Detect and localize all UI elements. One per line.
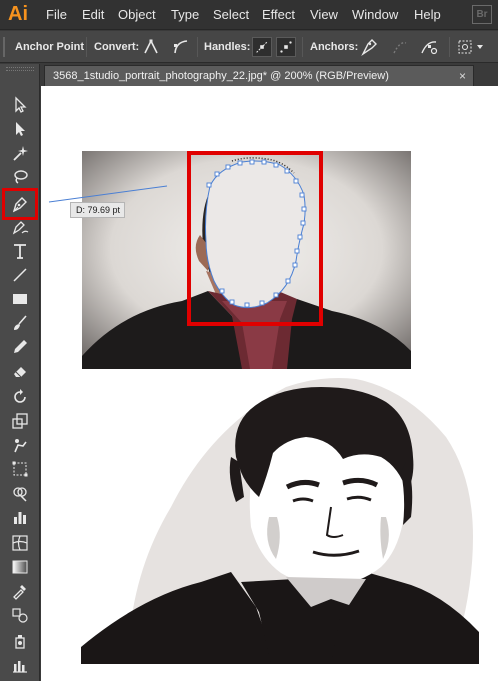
close-tab-icon[interactable]: ×: [459, 69, 466, 83]
rotate-tool-icon[interactable]: [8, 386, 32, 408]
convert-to-corner-icon[interactable]: [141, 37, 161, 57]
lasso-tool-icon[interactable]: [8, 166, 32, 188]
line-tool-icon[interactable]: [8, 264, 32, 286]
bridge-button[interactable]: Br: [472, 5, 492, 24]
type-tool-icon[interactable]: [8, 240, 32, 262]
tools-panel-grip[interactable]: [6, 67, 34, 71]
menu-effect[interactable]: Effect: [262, 7, 295, 22]
menu-edit[interactable]: Edit: [82, 7, 104, 22]
cut-path-icon[interactable]: [419, 37, 439, 57]
divider: [86, 37, 87, 57]
artboard-canvas[interactable]: D: 79.69 pt: [41, 86, 498, 681]
tools-panel: [0, 64, 40, 681]
rectangle-tool-icon[interactable]: [8, 288, 32, 310]
stylized-portrait-artwork[interactable]: [81, 367, 479, 664]
menu-file[interactable]: File: [46, 7, 67, 22]
scale-tool-icon[interactable]: [8, 410, 32, 432]
puppet-warp-tool-icon[interactable]: [8, 434, 32, 456]
convert-to-smooth-icon[interactable]: [171, 37, 191, 57]
menu-help[interactable]: Help: [414, 7, 441, 22]
shape-builder-tool-icon[interactable]: [8, 482, 32, 504]
mesh-tool-icon[interactable]: [8, 532, 32, 554]
document-tab-title: 3568_1studio_portrait_photography_22.jpg…: [53, 70, 389, 82]
graph-tool-icon[interactable]: [8, 506, 32, 528]
tool-name-label: Anchor Point: [15, 41, 85, 53]
hide-handles-icon[interactable]: [276, 37, 296, 57]
isolate-object-dropdown-icon[interactable]: [456, 37, 486, 57]
anchors-label: Anchors:: [310, 41, 359, 53]
menu-select[interactable]: Select: [213, 7, 249, 22]
divider: [302, 37, 303, 57]
selection-tool-icon[interactable]: [8, 94, 32, 116]
connect-anchors-icon[interactable]: [390, 37, 410, 57]
remove-anchor-icon[interactable]: [359, 37, 379, 57]
free-transform-tool-icon[interactable]: [8, 458, 32, 480]
magic-wand-tool-icon[interactable]: [8, 142, 32, 164]
blend-tool-icon[interactable]: [8, 604, 32, 626]
curvature-tool-icon[interactable]: [8, 216, 32, 238]
measurement-tooltip: D: 79.69 pt: [70, 202, 125, 218]
divider: [449, 37, 450, 57]
menu-view[interactable]: View: [310, 7, 338, 22]
divider: [197, 37, 198, 57]
app-logo: Ai: [8, 3, 28, 25]
eyedropper-tool-icon[interactable]: [8, 580, 32, 602]
menu-bar: Ai File Edit Object Type Select Effect V…: [0, 0, 498, 30]
convert-label: Convert:: [94, 41, 140, 53]
control-bar-grip[interactable]: [3, 37, 5, 57]
menu-window[interactable]: Window: [352, 7, 398, 22]
menu-object[interactable]: Object: [118, 7, 156, 22]
document-tab[interactable]: 3568_1studio_portrait_photography_22.jpg…: [44, 65, 474, 86]
document-tab-bar: 3568_1studio_portrait_photography_22.jpg…: [40, 64, 498, 86]
direct-selection-tool-icon[interactable]: [8, 118, 32, 140]
highlight-box: [187, 151, 323, 326]
eraser-tool-icon[interactable]: [8, 360, 32, 382]
pencil-tool-icon[interactable]: [8, 336, 32, 358]
show-handles-icon[interactable]: [252, 37, 272, 57]
gradient-tool-icon[interactable]: [8, 556, 32, 578]
paintbrush-tool-icon[interactable]: [8, 312, 32, 334]
column-graph-tool-icon[interactable]: [8, 654, 32, 676]
symbol-sprayer-tool-icon[interactable]: [8, 630, 32, 652]
menu-type[interactable]: Type: [171, 7, 199, 22]
control-bar: Anchor Point Convert: Handles: Anchors:: [0, 31, 498, 63]
handles-label: Handles:: [204, 41, 251, 53]
